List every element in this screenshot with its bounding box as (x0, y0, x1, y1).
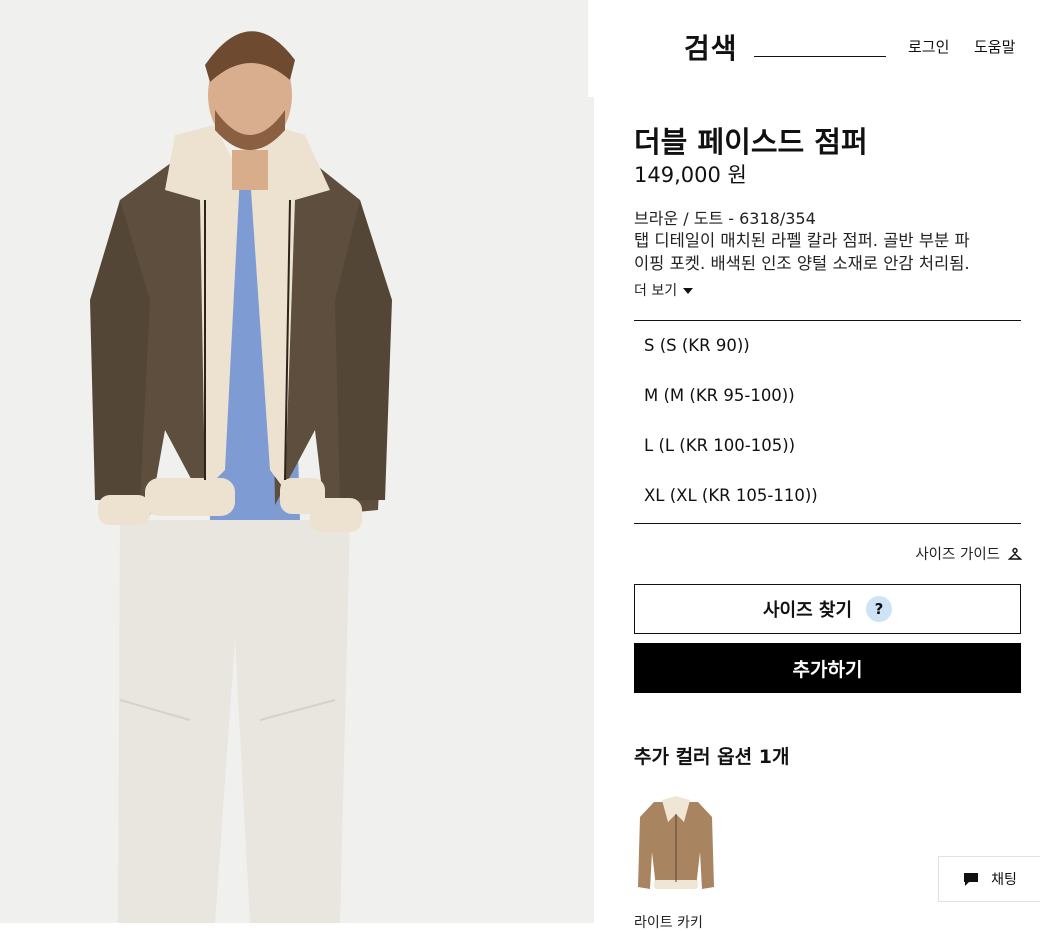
size-guide-label: 사이즈 가이드 (915, 547, 1000, 563)
product-name: 더블 페이스드 점퍼 (634, 125, 868, 159)
description-line: 이핑 포켓. 배색된 인조 양털 소재로 안감 처리됨. (634, 254, 970, 273)
top-header: 검색 로그인 도움말 (588, 0, 1040, 97)
hanger-icon (1008, 547, 1022, 560)
color-options-title: 추가 컬러 옵션 1개 (634, 746, 790, 768)
more-button[interactable]: 더 보기 (634, 280, 694, 300)
chat-button[interactable]: 채팅 (938, 856, 1040, 902)
search-title[interactable]: 검색 (684, 27, 738, 67)
chat-bubble-icon (964, 872, 979, 886)
description-line: 탭 디테일이 매치된 라펠 칼라 점퍼. 골반 부분 파 (634, 231, 970, 250)
size-guide-link[interactable]: 사이즈 가이드 (915, 543, 1022, 564)
product-description: 탭 디테일이 매치된 라펠 칼라 점퍼. 골반 부분 파 이핑 포켓. 배색된 … (634, 229, 1024, 275)
size-option-m[interactable]: M (M (KR 95-100)) (644, 386, 795, 405)
size-option-l[interactable]: L (L (KR 100-105)) (644, 436, 795, 455)
find-size-button[interactable]: 사이즈 찾기 ? (634, 584, 1021, 634)
swatch-label: 라이트 카키 (634, 915, 703, 931)
size-list: S (S (KR 90)) M (M (KR 95-100)) L (L (KR… (634, 320, 1021, 524)
add-to-cart-button[interactable]: 추가하기 (634, 643, 1021, 693)
jacket-thumbnail-image (634, 792, 718, 897)
login-link[interactable]: 로그인 (908, 36, 949, 57)
help-link[interactable]: 도움말 (974, 36, 1015, 57)
chevron-down-icon (683, 288, 694, 294)
more-label: 더 보기 (634, 283, 678, 299)
question-icon: ? (866, 596, 893, 622)
chat-label: 채팅 (991, 872, 1017, 888)
color-swatch-light-khaki[interactable] (634, 792, 718, 897)
product-color-reference: 브라운 / 도트 - 6318/354 (634, 209, 816, 228)
find-size-label: 사이즈 찾기 (762, 600, 853, 621)
product-photo[interactable] (0, 0, 594, 923)
search-input[interactable] (754, 56, 886, 57)
product-price: 149,000 원 (634, 163, 747, 187)
product-info-panel: 더블 페이스드 점퍼 149,000 원 브라운 / 도트 - 6318/354… (594, 97, 1040, 931)
size-option-s[interactable]: S (S (KR 90)) (644, 336, 750, 355)
model-wearing-jacket-image (0, 0, 594, 923)
size-option-xl[interactable]: XL (XL (KR 105-110)) (644, 486, 818, 505)
